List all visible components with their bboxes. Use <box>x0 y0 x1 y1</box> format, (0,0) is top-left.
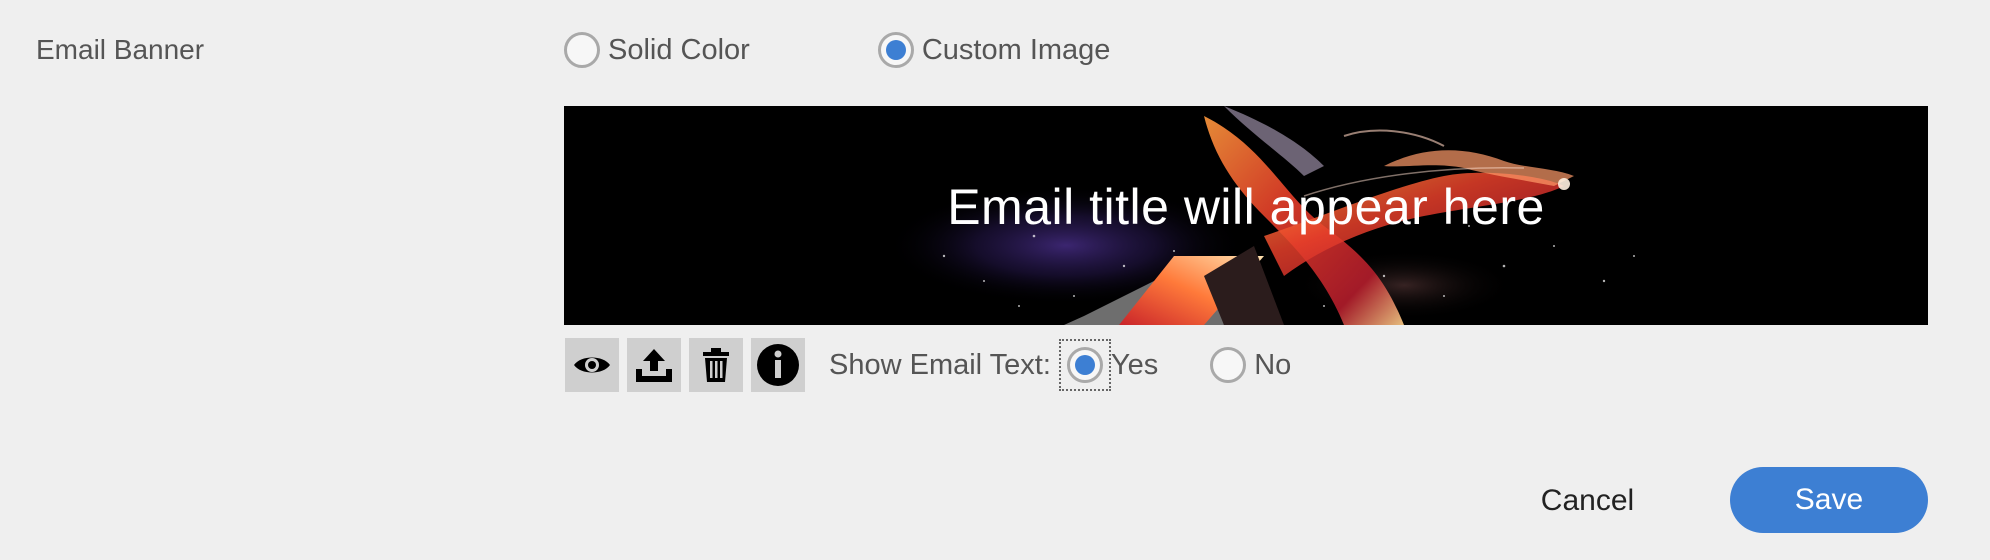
radio-selected-dot <box>1074 355 1095 375</box>
show-text-no-radio[interactable]: No <box>1210 347 1291 383</box>
solid-color-radio[interactable]: Solid Color <box>564 32 750 68</box>
info-icon <box>756 343 800 387</box>
trash-icon <box>701 347 731 383</box>
radio-circle[interactable] <box>1066 347 1103 383</box>
radio-circle[interactable] <box>877 32 914 68</box>
email-banner-label: Email Banner <box>36 34 205 65</box>
solid-color-label: Solid Color <box>608 33 750 66</box>
banner-toolbar: Show Email Text: Yes No <box>565 338 1343 392</box>
upload-button[interactable] <box>627 338 681 392</box>
show-email-text-label: Show Email Text: <box>829 348 1051 381</box>
preview-button[interactable] <box>565 338 619 392</box>
show-text-yes-radio[interactable]: Yes <box>1058 339 1159 391</box>
upload-icon <box>634 347 674 383</box>
cancel-button[interactable]: Cancel <box>1520 472 1655 530</box>
eye-icon <box>572 353 612 377</box>
yes-label: Yes <box>1110 348 1159 381</box>
delete-button[interactable] <box>689 338 743 392</box>
save-button[interactable]: Save <box>1730 467 1928 533</box>
no-label: No <box>1254 348 1292 381</box>
custom-image-label: Custom Image <box>921 33 1111 66</box>
info-button[interactable] <box>751 338 805 392</box>
email-title-preview: Email title will appear here <box>947 179 1545 235</box>
banner-preview: Email title will appear here <box>564 106 1928 325</box>
email-banner-type-group: Solid Color Custom Image <box>564 32 1238 68</box>
radio-circle[interactable] <box>564 32 600 68</box>
focus-ring <box>1058 339 1111 391</box>
custom-image-radio[interactable]: Custom Image <box>877 32 1111 68</box>
radio-selected-dot <box>885 40 906 60</box>
radio-circle[interactable] <box>1210 347 1247 383</box>
